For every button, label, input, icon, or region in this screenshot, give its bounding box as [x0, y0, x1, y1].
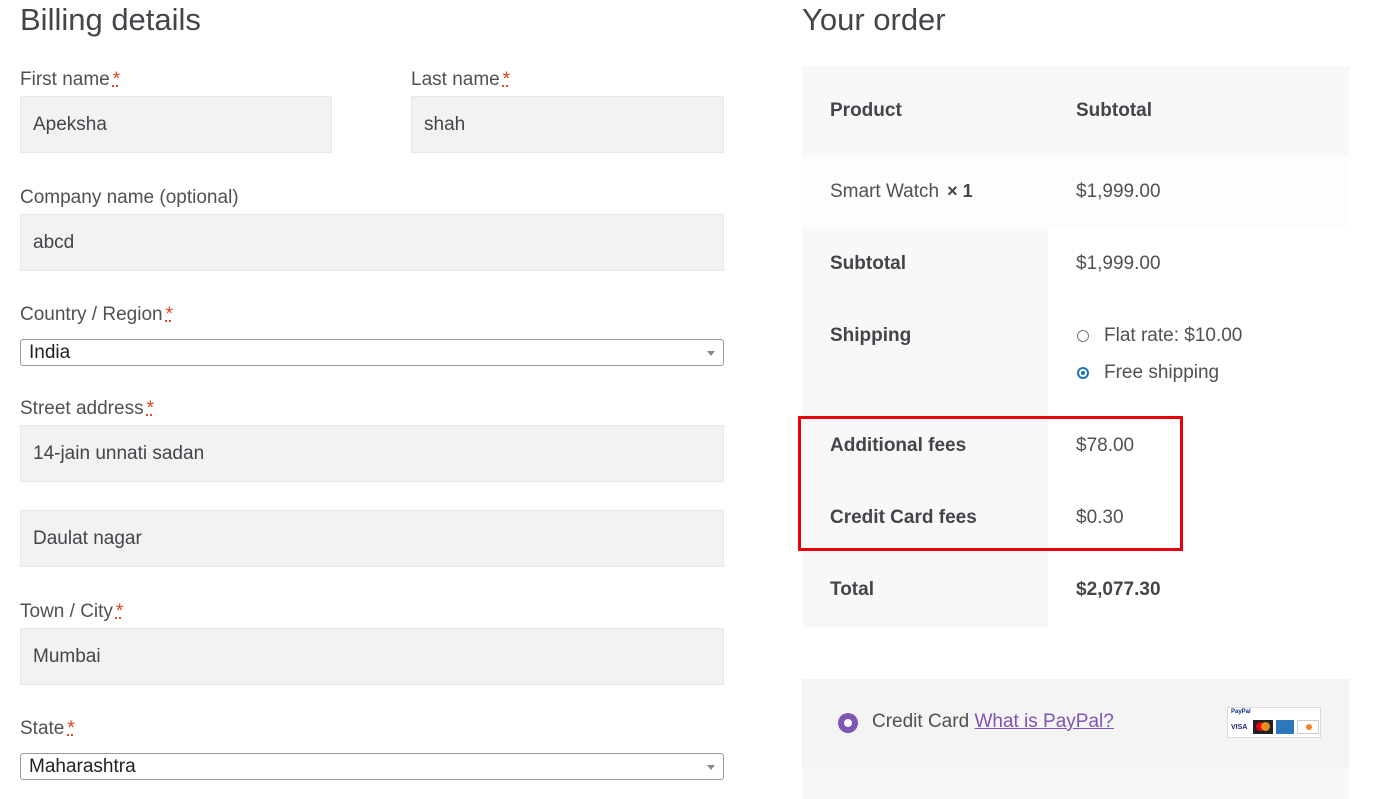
payment-box-body: [802, 768, 1349, 799]
fees-highlight-box: [798, 416, 1183, 551]
first-name-label: First name *: [20, 69, 121, 90]
item-qty: × 1: [947, 181, 973, 201]
country-select-value: India: [29, 341, 71, 363]
amex-logo-icon: [1276, 720, 1294, 734]
state-label: State *: [20, 718, 75, 739]
country-label: Country / Region *: [20, 304, 173, 325]
what-is-paypal-link[interactable]: What is PayPal?: [974, 711, 1113, 732]
mastercard-logo-icon: [1253, 720, 1273, 734]
required-mark: *: [146, 398, 154, 419]
payment-credit-card-radio[interactable]: [838, 713, 858, 733]
last-name-input[interactable]: [411, 96, 724, 153]
street-address-input[interactable]: [20, 425, 724, 482]
total-value: $2,077.30: [1076, 579, 1161, 600]
shipping-flat-rate-radio[interactable]: [1077, 330, 1089, 342]
last-name-label: Last name *: [411, 69, 511, 90]
required-mark: *: [165, 304, 173, 325]
discover-logo-icon: [1297, 720, 1319, 734]
country-select[interactable]: India: [20, 339, 724, 366]
street-label: Street address *: [20, 398, 154, 419]
shipping-label: Shipping: [830, 325, 912, 346]
shipping-free-radio[interactable]: [1077, 367, 1089, 379]
required-mark: *: [112, 69, 121, 90]
subtotal-value: $1,999.00: [1076, 253, 1161, 274]
subtotal-label: Subtotal: [830, 253, 906, 274]
required-mark: *: [67, 718, 75, 739]
item-cell: Smart Watch × 1: [830, 155, 973, 228]
item-name: Smart Watch: [830, 180, 940, 202]
required-mark: *: [115, 601, 124, 622]
required-mark: *: [502, 69, 511, 90]
item-price: $1,999.00: [1076, 180, 1161, 202]
street-address-2-input[interactable]: [20, 510, 724, 567]
chevron-down-icon: [707, 765, 715, 770]
visa-logo-icon: VISA: [1231, 720, 1249, 734]
card-logos: PayPal VISA: [1227, 707, 1321, 738]
billing-title: Billing details: [20, 2, 201, 37]
order-title: Your order: [802, 2, 946, 37]
col-product: Product: [830, 99, 902, 121]
first-name-input[interactable]: [20, 96, 332, 153]
city-label: Town / City *: [20, 601, 124, 622]
chevron-down-icon: [707, 351, 715, 356]
shipping-free-label[interactable]: Free shipping: [1104, 359, 1219, 387]
company-label: Company name (optional): [20, 187, 239, 208]
shipping-flat-rate-label[interactable]: Flat rate: $10.00: [1104, 322, 1242, 350]
paypal-logo-icon: PayPal: [1231, 709, 1251, 715]
payment-method-label[interactable]: Credit Card What is PayPal?: [872, 711, 1114, 733]
company-input[interactable]: [20, 214, 724, 271]
total-label: Total: [830, 579, 874, 600]
state-select[interactable]: Maharashtra: [20, 753, 724, 780]
city-input[interactable]: [20, 628, 724, 685]
col-subtotal: Subtotal: [1076, 99, 1152, 121]
state-select-value: Maharashtra: [29, 755, 136, 777]
